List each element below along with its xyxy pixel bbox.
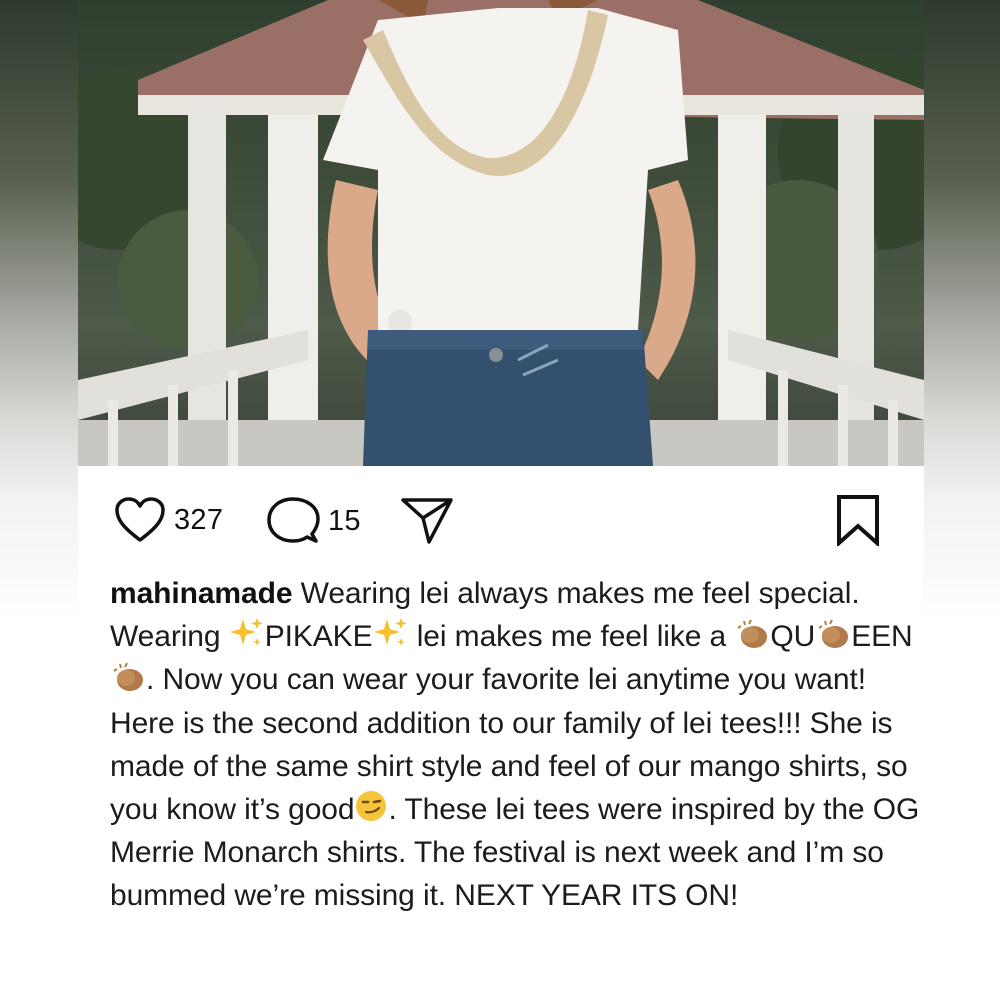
clapping-hands-emoji xyxy=(113,662,143,692)
post-photo-illustration xyxy=(78,0,924,466)
smirking-face-emoji xyxy=(356,791,387,822)
comment-button[interactable]: 15 xyxy=(266,496,361,546)
like-count: 327 xyxy=(174,503,224,536)
post-action-bar: 327 15 xyxy=(78,466,924,576)
like-button[interactable]: 327 xyxy=(114,496,223,544)
share-button[interactable] xyxy=(400,496,454,544)
save-button[interactable] xyxy=(836,494,880,551)
caption-paragraph-1: mahinamade Wearing lei always makes me f… xyxy=(110,572,930,702)
caption-text: . Now you can wear your favorite lei any… xyxy=(146,663,866,697)
bookmark-icon xyxy=(837,495,879,548)
username-link[interactable]: mahinamade xyxy=(110,577,293,610)
caption-paragraph-2: Here is the second addition to our famil… xyxy=(110,702,930,918)
caption-text: EEN xyxy=(851,620,913,654)
post-image[interactable] xyxy=(78,0,924,466)
clapping-hands-emoji xyxy=(737,619,768,649)
heart-icon xyxy=(115,497,165,542)
comment-count: 15 xyxy=(328,504,361,537)
sparkles-emoji xyxy=(229,618,263,647)
paper-plane-icon xyxy=(401,498,453,544)
clapping-hands-emoji xyxy=(818,619,849,649)
comment-bubble-icon xyxy=(267,497,320,543)
caption-text: QU xyxy=(770,620,816,654)
sparkles-emoji xyxy=(373,618,407,647)
post-caption: mahinamade Wearing lei always makes me f… xyxy=(110,572,930,918)
blurred-background-left xyxy=(0,0,78,1000)
caption-text: lei makes me feel like a xyxy=(408,620,735,654)
blurred-background-right xyxy=(922,0,1000,1000)
caption-text: PIKAKE xyxy=(264,620,373,654)
